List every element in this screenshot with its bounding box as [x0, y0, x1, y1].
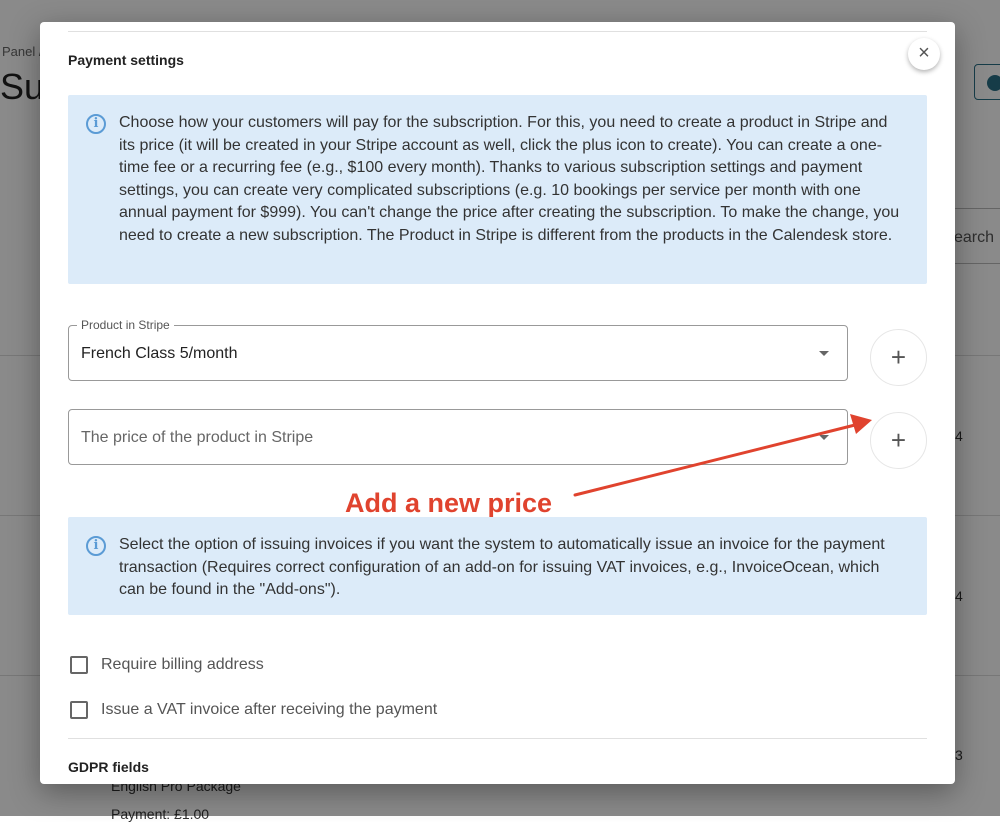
checkbox-label: Require billing address — [101, 656, 264, 673]
vat-invoice-checkbox[interactable]: Issue a VAT invoice after receiving the … — [70, 701, 437, 719]
info-icon: i — [86, 536, 106, 556]
checkbox-icon[interactable] — [70, 701, 88, 719]
checkbox-icon[interactable] — [70, 656, 88, 674]
gdpr-section-title: GDPR fields — [68, 759, 149, 775]
arrow-line — [573, 423, 857, 497]
checkbox-label: Issue a VAT invoice after receiving the … — [101, 701, 438, 718]
divider — [68, 738, 927, 739]
arrow-head — [850, 414, 872, 434]
info-text: Select the option of issuing invoices if… — [119, 536, 885, 598]
info-box-invoice: i Select the option of issuing invoices … — [68, 517, 927, 615]
payment-settings-dialog: Payment settings × i Choose how your cus… — [40, 22, 955, 784]
require-billing-checkbox[interactable]: Require billing address — [70, 656, 264, 674]
